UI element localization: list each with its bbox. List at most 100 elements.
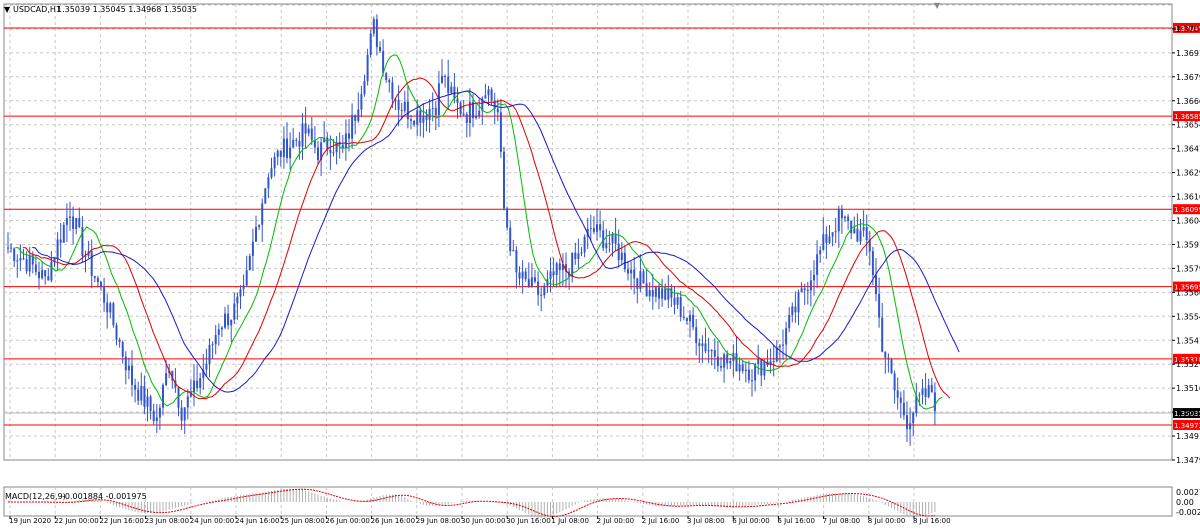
price-tick-label: 1.36540 — [1176, 121, 1200, 130]
candle-body — [645, 283, 648, 297]
candle-body — [543, 285, 546, 296]
candle-body — [69, 216, 71, 218]
candle-body — [289, 147, 292, 159]
time-tick-label: 2 Jul 16:00 — [642, 517, 680, 525]
candle-body — [158, 407, 161, 418]
candle-body — [747, 369, 750, 381]
chart-window[interactable]: 1.370451.365851.360991.356951.353181.349… — [0, 0, 1200, 527]
candle-body — [391, 82, 394, 100]
price-axis[interactable]: 1.37040 1.36915 1.36790 1.36665 1.36540 1.364… — [1172, 25, 1200, 465]
candle-body — [797, 292, 800, 313]
candle-body — [34, 264, 37, 272]
price-tick-label: 1.35915 — [1176, 240, 1200, 249]
candle-body — [782, 344, 784, 346]
candle-body — [75, 218, 78, 229]
candle-body — [927, 385, 930, 397]
time-tick-label: 26 Jun 00:00 — [325, 517, 369, 525]
candle-body — [369, 33, 372, 55]
time-tick-label: 8 Jul 16:00 — [913, 517, 951, 525]
macd-label: MACD(12,26,9) — [5, 492, 66, 501]
candle-body — [276, 150, 279, 157]
candle-body — [912, 412, 915, 424]
candle-body — [828, 236, 831, 243]
candle-body — [599, 224, 602, 231]
time-tick-label: 22 Jun 16:00 — [99, 517, 143, 525]
candle-body — [785, 328, 788, 345]
candle-body — [627, 269, 629, 274]
horizontal-levels[interactable]: 1.370451.365851.360991.356951.353181.349… — [4, 22, 1200, 430]
time-tick-label: 3 Jul 08:00 — [687, 517, 725, 525]
candle-body — [22, 258, 25, 260]
time-tick-label: 24 Jun 00:00 — [190, 517, 234, 525]
candle-body — [298, 140, 301, 147]
candle-body — [72, 216, 75, 229]
candle-body — [875, 275, 877, 294]
candle-body — [366, 54, 369, 82]
candle-body — [577, 253, 580, 259]
candle-body — [444, 76, 447, 78]
candle-body — [837, 208, 840, 232]
time-tick-label: 6 Jul 00:00 — [732, 517, 770, 525]
scroll-marker-icon[interactable]: ▼ — [934, 1, 941, 10]
candle-body — [7, 247, 9, 249]
candle-body — [149, 396, 152, 411]
candle-body — [512, 250, 515, 252]
symbol-label: USDCAD,H1 — [13, 5, 61, 14]
candle-body — [10, 247, 13, 249]
candle-body — [871, 251, 874, 276]
time-axis[interactable]: 19 Jun 2020 22 Jun 00:00 22 Jun 16:00 23 Ju… — [9, 516, 951, 525]
candle-body — [574, 252, 577, 259]
candle-body — [617, 243, 620, 261]
candle-body — [890, 359, 893, 374]
candle-body — [441, 76, 443, 84]
candle-body — [825, 234, 828, 243]
candle-body — [794, 306, 797, 313]
time-tick-label: 26 Jun 16:00 — [371, 517, 415, 525]
candle-body — [301, 123, 304, 147]
candle-body — [261, 203, 264, 225]
candle-body — [772, 361, 775, 363]
candle-body — [227, 313, 230, 326]
macd-subwindow[interactable]: 0.0027360.00-0.00299 — [8, 488, 1200, 518]
candle-body — [295, 139, 298, 141]
candle-body — [738, 364, 741, 372]
candle-body — [351, 115, 354, 139]
candle-body — [180, 407, 183, 421]
candle-body — [490, 89, 493, 101]
candle-body — [208, 344, 211, 364]
candle-body — [217, 329, 220, 335]
chart-canvas[interactable]: 1.370451.365851.360991.356951.353181.349… — [0, 0, 1200, 527]
candle-body — [211, 344, 214, 346]
candle-body — [763, 361, 766, 376]
candle-body — [813, 274, 815, 281]
candle-body — [118, 339, 121, 343]
candle-body — [90, 251, 93, 277]
price-tick-label: 1.36790 — [1176, 73, 1200, 82]
candle-body — [282, 138, 285, 157]
candle-body — [62, 224, 65, 243]
candle-body — [822, 234, 825, 251]
candle-body — [552, 271, 555, 276]
candle-body — [865, 227, 868, 241]
candle-body — [279, 150, 282, 157]
price-tick-label: 1.37040 — [1176, 25, 1200, 34]
candle-body — [152, 410, 155, 422]
time-tick-label: 19 Jun 2020 — [9, 517, 51, 525]
macd-scale-label: -0.00299 — [1176, 508, 1200, 517]
candle-body — [286, 138, 288, 159]
price-tick-label: 1.35165 — [1176, 384, 1200, 393]
candle-body — [558, 263, 561, 271]
price-tick-label: 1.35415 — [1176, 336, 1200, 345]
candle-body — [245, 270, 248, 286]
candle-body — [692, 314, 695, 328]
candle-body — [816, 254, 819, 275]
candle-body — [723, 354, 726, 368]
candle-body — [162, 385, 164, 408]
candle-body — [853, 228, 856, 234]
moving-averages — [15, 54, 960, 410]
price-tick-label: 1.36290 — [1176, 169, 1200, 178]
price-tick-label: 1.35790 — [1176, 264, 1200, 273]
macd-scale-label: 0.002736 — [1176, 488, 1200, 497]
price-tick-label: 1.36040 — [1176, 217, 1200, 226]
time-tick-label: 30 Jun 00:00 — [461, 517, 505, 525]
